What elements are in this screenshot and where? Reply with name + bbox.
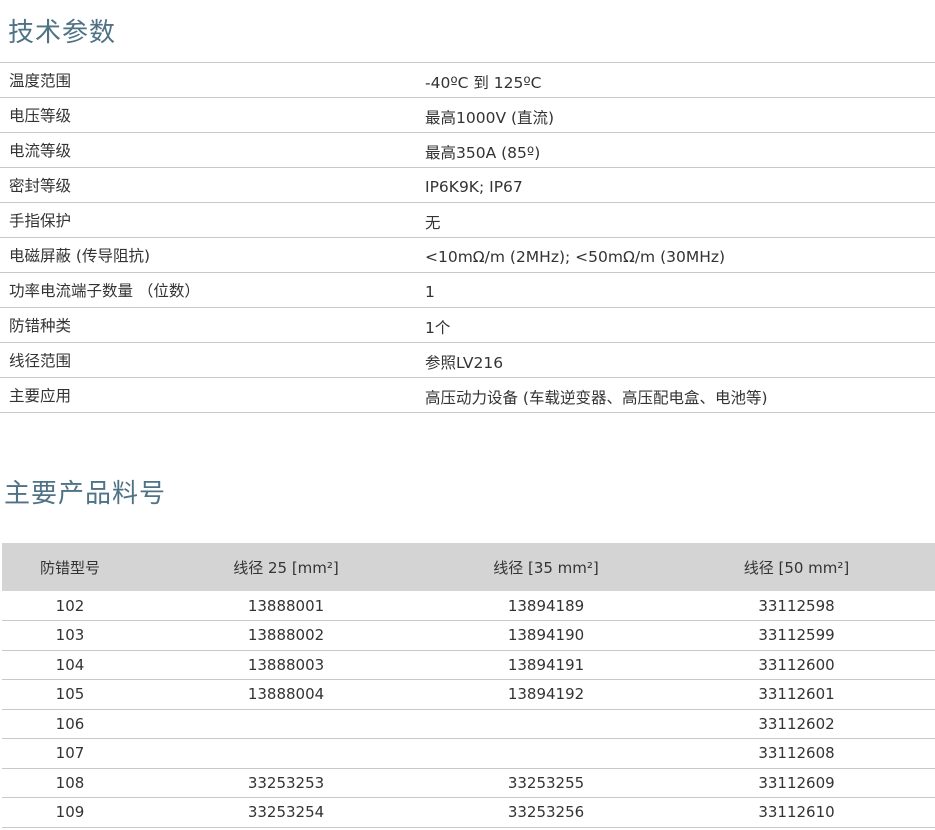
table-cell: 33253255	[507, 773, 585, 792]
table-cell: 108	[55, 773, 85, 792]
spec-label: 防错种类	[9, 317, 72, 335]
table-cell: 13894189	[507, 596, 585, 615]
table-cell: 33112609	[758, 773, 835, 792]
spec-label: 电流等级	[9, 142, 72, 160]
table-body: 102 13888001 13894189 33112598 103 13888…	[2, 591, 935, 827]
table-row: 108 33253253 33253255 33112609	[2, 768, 935, 798]
table-cell: 33253253	[247, 773, 325, 792]
spec-label: 温度范围	[9, 72, 72, 90]
table-header: 防错型号 线径 25 [mm²] 线径 [35 mm²] 线径 [50 mm²]	[2, 543, 935, 591]
table-cell: 33253256	[507, 803, 585, 822]
table-header-row: 防错型号 线径 25 [mm²] 线径 [35 mm²] 线径 [50 mm²]	[2, 543, 935, 591]
table-cell	[138, 709, 434, 739]
column-header-wire-25: 线径 25 [mm²]	[233, 558, 339, 577]
table-row: 102 13888001 13894189 33112598	[2, 591, 935, 621]
main-part-numbers-title: 主要产品料号	[4, 479, 167, 509]
table-cell: 33112601	[758, 685, 835, 704]
table-cell	[138, 739, 434, 769]
spec-row: 温度范围 -40ºC 到 125ºC	[0, 63, 935, 98]
tech-params-title: 技术参数	[8, 18, 117, 48]
table-cell: 109	[55, 803, 85, 822]
table-row: 106 33112602	[2, 709, 935, 739]
spec-value: 无	[425, 214, 441, 232]
table-cell: 104	[55, 655, 85, 674]
spec-label: 主要应用	[9, 387, 72, 405]
table-cell: 33112598	[758, 596, 835, 615]
table-cell: 13888004	[247, 685, 325, 704]
table-cell	[434, 739, 658, 769]
table-cell: 105	[55, 685, 85, 704]
table-row: 109 33253254 33253256 33112610	[2, 798, 935, 827]
table-row: 103 13888002 13894190 33112599	[2, 621, 935, 650]
spec-label: 电压等级	[9, 107, 72, 125]
spec-row: 线径范围 参照LV216	[0, 343, 935, 378]
table-cell: 33253254	[247, 803, 325, 822]
spec-value: <10mΩ/m (2MHz); <50mΩ/m (30MHz)	[425, 248, 726, 266]
spec-row: 电磁屏蔽 (传导阻抗) <10mΩ/m (2MHz); <50mΩ/m (30M…	[0, 238, 935, 273]
spec-value: 1	[425, 283, 435, 301]
table-cell: 33112600	[758, 655, 835, 674]
spec-value: -40ºC 到 125ºC	[425, 74, 542, 92]
column-header-wire-50: 线径 [50 mm²]	[743, 558, 850, 577]
table-cell: 13894191	[507, 655, 585, 674]
spec-row: 手指保护 无	[0, 203, 935, 238]
table-cell: 33112610	[758, 803, 835, 822]
table-cell: 33112602	[758, 714, 835, 733]
table-cell	[434, 709, 658, 739]
table-cell: 13894192	[507, 685, 585, 704]
table-row: 107 33112608	[2, 739, 935, 769]
table-cell: 102	[55, 596, 85, 615]
table-cell: 13888001	[247, 596, 325, 615]
spec-row: 功率电流端子数量 （位数） 1	[0, 273, 935, 308]
spec-value: 最高350A (85º)	[425, 144, 541, 162]
spec-value: 最高1000V (直流)	[425, 109, 555, 127]
column-header-wire-35: 线径 [35 mm²]	[493, 558, 599, 577]
table-cell: 13894190	[507, 626, 585, 645]
table-cell: 107	[55, 744, 85, 763]
table-cell: 33112599	[758, 626, 835, 645]
table-cell: 106	[55, 714, 85, 733]
page: 技术参数 温度范围 -40ºC 到 125ºC 电压等级 最高1000V (直流…	[0, 0, 935, 830]
spec-value: 参照LV216	[425, 354, 504, 372]
spec-row: 主要应用 高压动力设备 (车载逆变器、高压配电盒、电池等)	[0, 378, 935, 413]
spec-label: 线径范围	[9, 352, 72, 370]
spec-value: 高压动力设备 (车载逆变器、高压配电盒、电池等)	[425, 389, 768, 407]
spec-row: 电压等级 最高1000V (直流)	[0, 98, 935, 133]
spec-label: 密封等级	[9, 177, 72, 195]
table-cell: 103	[55, 626, 85, 645]
table-cell: 33112608	[758, 744, 835, 763]
table-cell: 13888002	[247, 626, 325, 645]
spec-row: 电流等级 最高350A (85º)	[0, 133, 935, 168]
spec-label: 手指保护	[9, 212, 72, 230]
spec-row: 密封等级 IP6K9K; IP67	[0, 168, 935, 203]
spec-value: 1个	[425, 319, 451, 337]
spec-label: 电磁屏蔽 (传导阻抗)	[9, 247, 151, 265]
spec-value: IP6K9K; IP67	[425, 178, 523, 196]
table-row: 105 13888004 13894192 33112601	[2, 680, 935, 709]
table-cell: 13888003	[247, 655, 325, 674]
column-header-keying-type: 防错型号	[39, 558, 100, 577]
spec-table: 温度范围 -40ºC 到 125ºC 电压等级 最高1000V (直流) 电流等…	[0, 62, 935, 413]
spec-label: 功率电流端子数量 （位数）	[9, 282, 200, 300]
part-numbers-table: 防错型号 线径 25 [mm²] 线径 [35 mm²] 线径 [50 mm²]…	[2, 543, 935, 828]
spec-row: 防错种类 1个	[0, 308, 935, 343]
table-row: 104 13888003 13894191 33112600	[2, 650, 935, 680]
